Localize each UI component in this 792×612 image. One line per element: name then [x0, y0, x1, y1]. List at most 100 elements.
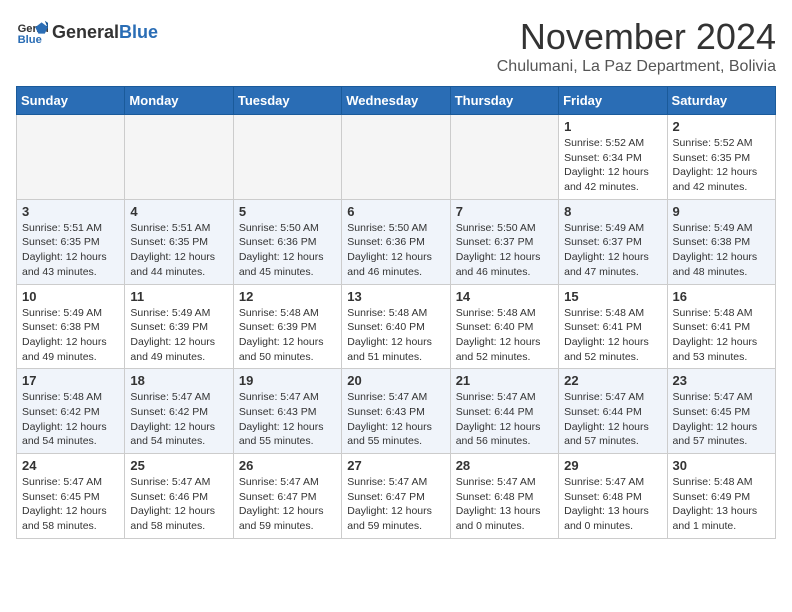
- header-tuesday: Tuesday: [233, 87, 341, 115]
- day-info: Sunrise: 5:48 AM Sunset: 6:42 PM Dayligh…: [22, 390, 119, 449]
- day-info: Sunrise: 5:47 AM Sunset: 6:44 PM Dayligh…: [456, 390, 553, 449]
- day-number: 13: [347, 289, 444, 304]
- day-number: 28: [456, 458, 553, 473]
- day-info: Sunrise: 5:47 AM Sunset: 6:45 PM Dayligh…: [673, 390, 770, 449]
- week-row-4: 17 Sunrise: 5:48 AM Sunset: 6:42 PM Dayli…: [17, 369, 776, 454]
- day-info: Sunrise: 5:47 AM Sunset: 6:43 PM Dayligh…: [239, 390, 336, 449]
- day-number: 18: [130, 373, 227, 388]
- calendar-cell: 19 Sunrise: 5:47 AM Sunset: 6:43 PM Dayli…: [233, 369, 341, 454]
- calendar-cell: 9Sunrise: 5:49 AM Sunset: 6:38 PM Daylig…: [667, 199, 775, 284]
- day-number: 9: [673, 204, 770, 219]
- day-number: 8: [564, 204, 661, 219]
- calendar-cell: 16 Sunrise: 5:48 AM Sunset: 6:41 PM Dayli…: [667, 284, 775, 369]
- calendar-cell: [450, 115, 558, 200]
- week-row-1: 1 Sunrise: 5:52 AM Sunset: 6:34 PM Daylig…: [17, 115, 776, 200]
- title-section: November 2024 Chulumani, La Paz Departme…: [497, 16, 776, 76]
- day-number: 25: [130, 458, 227, 473]
- day-info: Sunrise: 5:48 AM Sunset: 6:49 PM Dayligh…: [673, 475, 770, 534]
- calendar-cell: 24 Sunrise: 5:47 AM Sunset: 6:45 PM Dayli…: [17, 454, 125, 539]
- day-number: 11: [130, 289, 227, 304]
- calendar-cell: 30 Sunrise: 5:48 AM Sunset: 6:49 PM Dayli…: [667, 454, 775, 539]
- logo-blue: Blue: [119, 22, 158, 43]
- day-number: 17: [22, 373, 119, 388]
- calendar-cell: [17, 115, 125, 200]
- calendar-table: Sunday Monday Tuesday Wednesday Thursday…: [16, 86, 776, 539]
- calendar-cell: 23 Sunrise: 5:47 AM Sunset: 6:45 PM Dayli…: [667, 369, 775, 454]
- calendar-cell: 1 Sunrise: 5:52 AM Sunset: 6:34 PM Daylig…: [559, 115, 667, 200]
- calendar-cell: [125, 115, 233, 200]
- calendar-cell: 26Sunrise: 5:47 AM Sunset: 6:47 PM Dayli…: [233, 454, 341, 539]
- day-number: 29: [564, 458, 661, 473]
- day-info: Sunrise: 5:48 AM Sunset: 6:40 PM Dayligh…: [347, 306, 444, 365]
- header-wednesday: Wednesday: [342, 87, 450, 115]
- location-title: Chulumani, La Paz Department, Bolivia: [497, 58, 776, 76]
- header-saturday: Saturday: [667, 87, 775, 115]
- calendar-cell: 17 Sunrise: 5:48 AM Sunset: 6:42 PM Dayli…: [17, 369, 125, 454]
- calendar-cell: 4Sunrise: 5:51 AM Sunset: 6:35 PM Daylig…: [125, 199, 233, 284]
- day-number: 6: [347, 204, 444, 219]
- day-number: 14: [456, 289, 553, 304]
- header-thursday: Thursday: [450, 87, 558, 115]
- calendar-cell: 6 Sunrise: 5:50 AM Sunset: 6:36 PM Daylig…: [342, 199, 450, 284]
- calendar-cell: 18 Sunrise: 5:47 AM Sunset: 6:42 PM Dayli…: [125, 369, 233, 454]
- calendar-cell: 5Sunrise: 5:50 AM Sunset: 6:36 PM Daylig…: [233, 199, 341, 284]
- day-info: Sunrise: 5:47 AM Sunset: 6:42 PM Dayligh…: [130, 390, 227, 449]
- day-number: 19: [239, 373, 336, 388]
- calendar-cell: [233, 115, 341, 200]
- calendar-cell: 7Sunrise: 5:50 AM Sunset: 6:37 PM Daylig…: [450, 199, 558, 284]
- svg-text:Blue: Blue: [18, 34, 42, 46]
- day-number: 22: [564, 373, 661, 388]
- day-number: 3: [22, 204, 119, 219]
- day-info: Sunrise: 5:50 AM Sunset: 6:36 PM Dayligh…: [347, 221, 444, 280]
- day-number: 24: [22, 458, 119, 473]
- calendar-cell: 25 Sunrise: 5:47 AM Sunset: 6:46 PM Dayli…: [125, 454, 233, 539]
- week-row-3: 10 Sunrise: 5:49 AM Sunset: 6:38 PM Dayli…: [17, 284, 776, 369]
- month-title: November 2024: [497, 16, 776, 58]
- calendar-cell: 3 Sunrise: 5:51 AM Sunset: 6:35 PM Daylig…: [17, 199, 125, 284]
- day-info: Sunrise: 5:47 AM Sunset: 6:46 PM Dayligh…: [130, 475, 227, 534]
- calendar-cell: 14Sunrise: 5:48 AM Sunset: 6:40 PM Dayli…: [450, 284, 558, 369]
- day-info: Sunrise: 5:48 AM Sunset: 6:41 PM Dayligh…: [673, 306, 770, 365]
- day-info: Sunrise: 5:51 AM Sunset: 6:35 PM Dayligh…: [22, 221, 119, 280]
- day-number: 1: [564, 119, 661, 134]
- header-sunday: Sunday: [17, 87, 125, 115]
- day-info: Sunrise: 5:47 AM Sunset: 6:48 PM Dayligh…: [564, 475, 661, 534]
- calendar-cell: 11 Sunrise: 5:49 AM Sunset: 6:39 PM Dayli…: [125, 284, 233, 369]
- day-info: Sunrise: 5:47 AM Sunset: 6:45 PM Dayligh…: [22, 475, 119, 534]
- header-monday: Monday: [125, 87, 233, 115]
- day-info: Sunrise: 5:51 AM Sunset: 6:35 PM Dayligh…: [130, 221, 227, 280]
- day-info: Sunrise: 5:48 AM Sunset: 6:39 PM Dayligh…: [239, 306, 336, 365]
- day-number: 5: [239, 204, 336, 219]
- calendar-cell: 13 Sunrise: 5:48 AM Sunset: 6:40 PM Dayli…: [342, 284, 450, 369]
- logo-icon: General Blue: [16, 16, 48, 48]
- day-info: Sunrise: 5:47 AM Sunset: 6:47 PM Dayligh…: [347, 475, 444, 534]
- day-number: 30: [673, 458, 770, 473]
- day-info: Sunrise: 5:48 AM Sunset: 6:41 PM Dayligh…: [564, 306, 661, 365]
- day-info: Sunrise: 5:49 AM Sunset: 6:39 PM Dayligh…: [130, 306, 227, 365]
- header-friday: Friday: [559, 87, 667, 115]
- day-number: 27: [347, 458, 444, 473]
- calendar-cell: 22Sunrise: 5:47 AM Sunset: 6:44 PM Dayli…: [559, 369, 667, 454]
- calendar-cell: 8Sunrise: 5:49 AM Sunset: 6:37 PM Daylig…: [559, 199, 667, 284]
- day-number: 10: [22, 289, 119, 304]
- day-number: 23: [673, 373, 770, 388]
- day-info: Sunrise: 5:52 AM Sunset: 6:34 PM Dayligh…: [564, 136, 661, 195]
- day-info: Sunrise: 5:47 AM Sunset: 6:47 PM Dayligh…: [239, 475, 336, 534]
- day-info: Sunrise: 5:49 AM Sunset: 6:38 PM Dayligh…: [22, 306, 119, 365]
- page-header: General Blue General Blue November 2024 …: [16, 16, 776, 76]
- day-info: Sunrise: 5:52 AM Sunset: 6:35 PM Dayligh…: [673, 136, 770, 195]
- day-info: Sunrise: 5:50 AM Sunset: 6:37 PM Dayligh…: [456, 221, 553, 280]
- day-number: 16: [673, 289, 770, 304]
- logo-general: General: [52, 22, 119, 43]
- calendar-cell: 12Sunrise: 5:48 AM Sunset: 6:39 PM Dayli…: [233, 284, 341, 369]
- calendar-cell: 15Sunrise: 5:48 AM Sunset: 6:41 PM Dayli…: [559, 284, 667, 369]
- calendar-cell: 29 Sunrise: 5:47 AM Sunset: 6:48 PM Dayli…: [559, 454, 667, 539]
- calendar-cell: [342, 115, 450, 200]
- day-header-row: Sunday Monday Tuesday Wednesday Thursday…: [17, 87, 776, 115]
- day-number: 21: [456, 373, 553, 388]
- day-info: Sunrise: 5:47 AM Sunset: 6:48 PM Dayligh…: [456, 475, 553, 534]
- week-row-2: 3 Sunrise: 5:51 AM Sunset: 6:35 PM Daylig…: [17, 199, 776, 284]
- calendar-cell: 10 Sunrise: 5:49 AM Sunset: 6:38 PM Dayli…: [17, 284, 125, 369]
- calendar-cell: 21 Sunrise: 5:47 AM Sunset: 6:44 PM Dayli…: [450, 369, 558, 454]
- day-number: 20: [347, 373, 444, 388]
